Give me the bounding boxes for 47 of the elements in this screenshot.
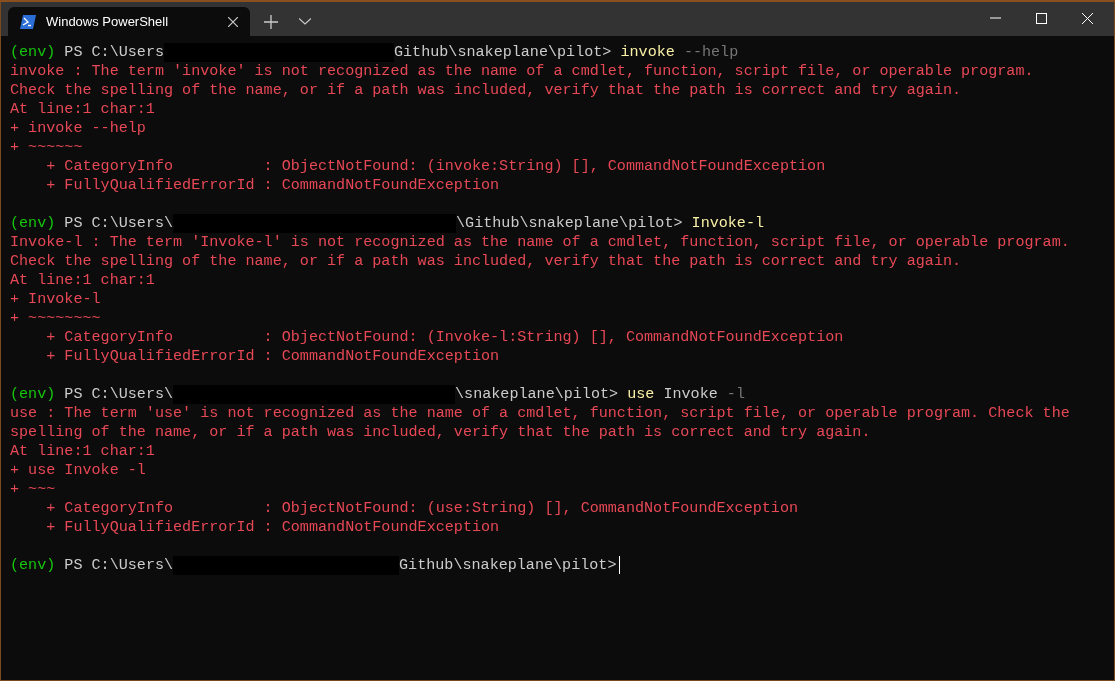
prompt-path: \Github\snakeplane\pilot> xyxy=(456,214,683,233)
error-output-line: + use Invoke -l xyxy=(10,461,146,480)
error-output-line: + CategoryInfo : ObjectNotFound: (Invoke-l:String) [], CommandNotFoundException xyxy=(45,328,844,347)
error-output-line: At line:1 char:1 xyxy=(10,271,155,290)
error-output-line: + FullyQualifiedErrorId : CommandNotFoundException xyxy=(45,176,500,195)
error-output-line: use : The term 'use' is not recognized as the name of a cmdlet, function, script file, or operable program. Check the xyxy=(10,404,1070,423)
powershell-icon xyxy=(20,14,36,29)
command-token: invoke xyxy=(620,43,675,62)
prompt-path: Github\snakeplane\pilot> xyxy=(394,43,612,62)
error-output-line: spelling of the name, or if a path was included, verify that the path is correct and try again. xyxy=(10,423,871,442)
error-output-line: At line:1 char:1 xyxy=(10,100,155,119)
prompt-path: PS C:\Users\ xyxy=(64,385,174,404)
maximize-icon xyxy=(1035,12,1047,24)
command-token: -l xyxy=(726,385,745,404)
error-output-line: + ~~~ xyxy=(10,480,56,499)
chevron-down-icon xyxy=(299,18,311,25)
error-output-line: + CategoryInfo : ObjectNotFound: (invoke:String) [], CommandNotFoundException xyxy=(45,157,826,176)
error-output-line: At line:1 char:1 xyxy=(10,442,155,461)
env-label: (env) xyxy=(10,214,56,233)
command-token: Invoke xyxy=(663,385,718,404)
plus-icon xyxy=(264,14,278,29)
error-output-line: + CategoryInfo : ObjectNotFound: (use:String) [], CommandNotFoundException xyxy=(45,499,799,518)
close-icon[interactable] xyxy=(228,16,238,27)
error-output-line: invoke : The term 'invoke' is not recognized as the name of a cmdlet, function, script file, or operable program. xyxy=(10,62,1034,81)
error-output-line: Check the spelling of the name, or if a path was included, verify that the path is correct and try again. xyxy=(10,252,962,271)
command-token: use xyxy=(627,385,655,404)
minimize-icon xyxy=(989,17,1001,19)
terminal-tab[interactable]: Windows PowerShell xyxy=(8,7,250,36)
error-output-line: + ~~~~~~~~ xyxy=(10,309,101,328)
error-output-line: + Invoke-l xyxy=(10,290,101,309)
command-token: Invoke-l xyxy=(691,214,765,233)
env-label: (env) xyxy=(10,556,56,575)
error-output-line: Check the spelling of the name, or if a path was included, verify that the path is correct and try again. xyxy=(10,81,962,100)
prompt-path: PS C:\Users xyxy=(64,43,164,62)
error-output-line: + invoke --help xyxy=(10,119,146,138)
prompt-path: PS C:\Users\ xyxy=(64,556,174,575)
prompt-path: Github\snakeplane\pilot> xyxy=(399,556,617,575)
error-output-line: + FullyQualifiedErrorId : CommandNotFoundException xyxy=(45,518,500,537)
prompt-path: PS C:\Users\ xyxy=(64,214,174,233)
command-token: --help xyxy=(683,43,739,62)
error-output-line: Invoke-l : The term 'Invoke-l' is not recognized as the name of a cmdlet, function, script file, or operable program. xyxy=(10,233,1070,252)
close-icon xyxy=(1081,12,1093,24)
prompt-path: \snakeplane\pilot> xyxy=(455,385,619,404)
env-label: (env) xyxy=(10,43,56,62)
error-output-line: + ~~~~~~ xyxy=(10,138,83,157)
error-output-line: + FullyQualifiedErrorId : CommandNotFoundException xyxy=(45,347,500,366)
env-label: (env) xyxy=(10,385,56,404)
